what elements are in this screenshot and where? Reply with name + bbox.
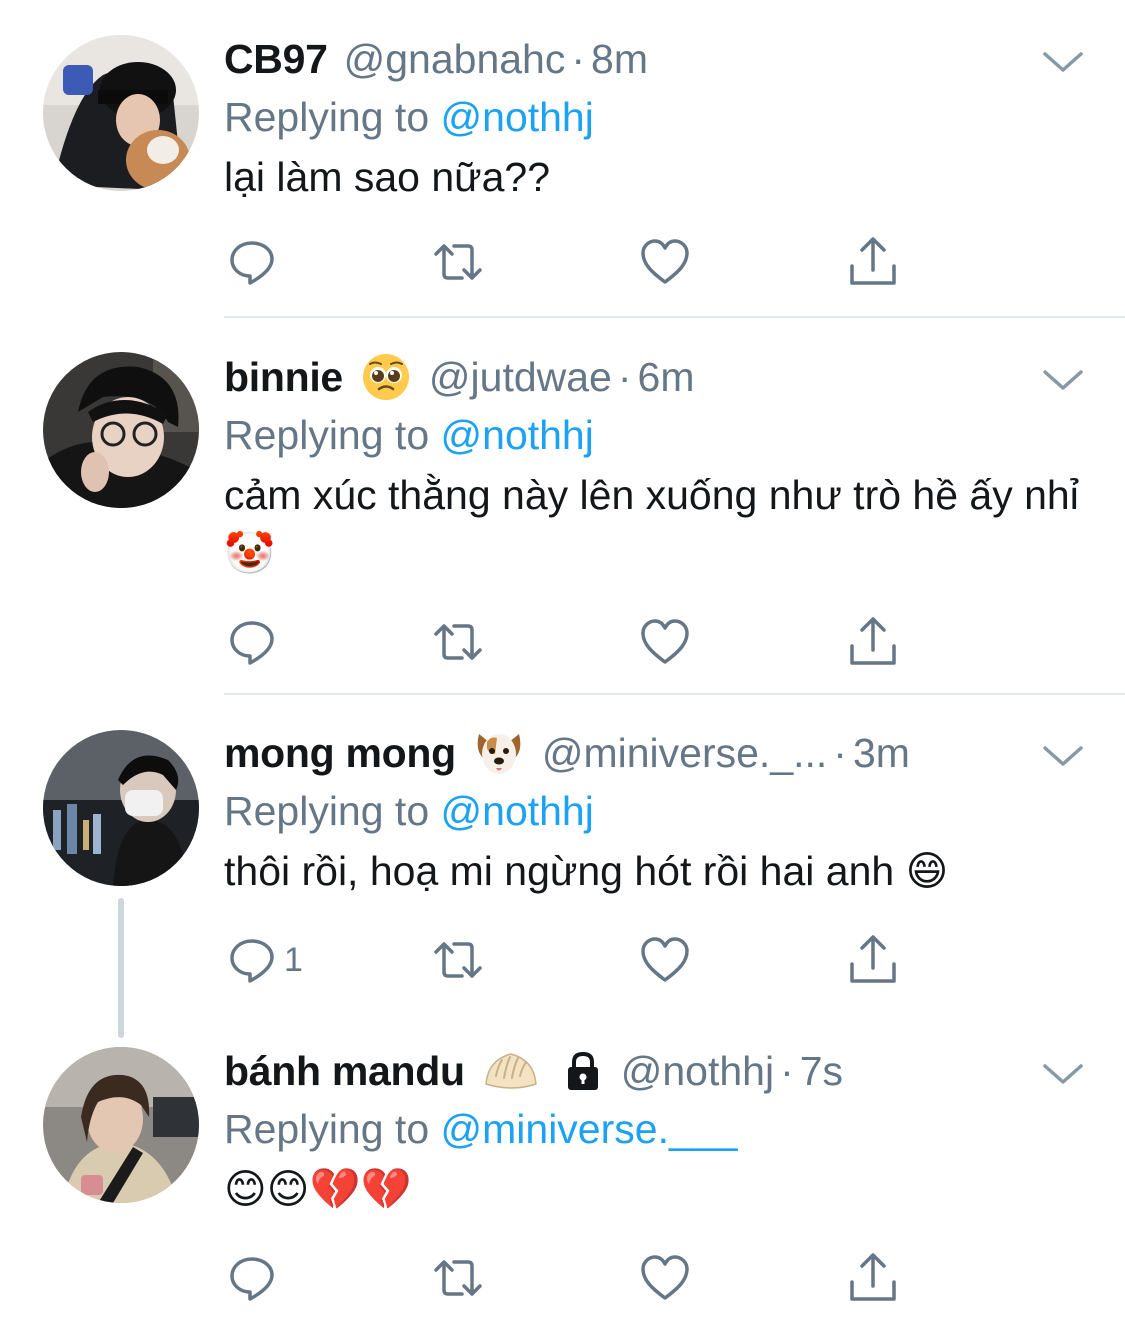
replying-to-link[interactable]: @nothhj [441,788,594,834]
divider [224,693,1125,695]
retweet-button[interactable] [430,930,486,990]
reply-button[interactable] [228,232,284,292]
reply-icon [230,621,274,665]
display-name[interactable]: mong mong [224,730,456,777]
timestamp[interactable]: 3m [853,730,910,777]
reply-icon [230,1257,274,1301]
user-handle[interactable]: @miniverse._... [542,730,827,777]
tweet-text: 😊😊💔💔 [224,1166,412,1212]
replying-to-link[interactable]: @miniverse.___ [441,1106,738,1152]
lock-icon [561,1044,605,1098]
replying-to-link[interactable]: @nothhj [441,412,594,458]
share-icon [850,935,896,983]
replying-to: Replying to @nothhj [224,88,1085,146]
timestamp[interactable]: 8m [591,36,648,83]
tweet-text: lại làm sao nữa?? [224,154,551,200]
replying-to-link[interactable]: @nothhj [441,94,594,140]
retweet-button[interactable] [430,1248,486,1308]
share-icon [850,617,896,665]
reply-button[interactable]: 1 [228,930,303,990]
reply-icon [230,241,274,285]
separator-dot: · [833,729,847,776]
chevron-down-icon[interactable] [1041,736,1085,776]
share-button[interactable] [848,1248,898,1308]
like-button[interactable] [640,930,690,990]
chevron-down-icon[interactable] [1041,1054,1085,1094]
retweet-icon [434,624,482,660]
like-button[interactable] [640,612,690,672]
divider [224,316,1125,318]
timestamp[interactable]: 7s [800,1048,843,1095]
retweet-button[interactable] [430,612,486,672]
replying-label: Replying to [224,94,441,140]
separator-dot: · [780,1047,794,1094]
tweet-1[interactable]: CB97 @gnabnahc · 8m Replying to @nothhj … [0,30,1125,320]
reply-button[interactable] [228,1248,284,1308]
timestamp[interactable]: 6m [638,354,695,401]
avatar[interactable] [43,35,199,191]
replying-label: Replying to [224,788,441,834]
like-icon [641,239,689,284]
replying-to: Replying to @nothhj [224,782,1085,840]
share-button[interactable] [848,930,898,990]
chevron-down-icon[interactable] [1041,42,1085,82]
like-button[interactable] [640,1248,690,1308]
avatar[interactable] [43,352,199,508]
display-name[interactable]: binnie [224,354,343,401]
chevron-down-icon[interactable] [1041,360,1085,400]
separator-dot: · [571,35,586,82]
share-button[interactable] [848,612,898,672]
tweet-text: cảm xúc thằng này lên xuống như trò hề ấ… [224,472,1079,576]
display-name[interactable]: bánh mandu [224,1048,465,1095]
reply-count: 1 [284,940,303,979]
tweet-2[interactable]: binnie @jutdwae · 6m Replying to @nothhj… [0,348,1125,693]
reply-icon [230,939,274,983]
dumpling-emoji [481,1044,541,1098]
retweet-icon [434,244,482,280]
replying-to: Replying to @nothhj [224,406,1085,464]
retweet-button[interactable] [430,232,486,292]
share-icon [850,1253,896,1301]
avatar[interactable] [43,730,199,886]
like-button[interactable] [640,232,690,292]
dog-face-emoji [472,726,526,780]
avatar[interactable] [43,1047,199,1203]
like-icon [641,619,689,664]
tweet-3[interactable]: mong mong @miniverse._... · 3m Replying … [0,724,1125,1014]
user-handle[interactable]: @jutdwae [429,354,612,401]
tweet-4[interactable]: bánh mandu @nothhj · 7s Replying to @min… [0,1042,1125,1332]
tweet-text: thôi rồi, hoạ mi ngừng hót rồi hai anh 😄 [224,848,949,894]
like-icon [641,1255,689,1300]
pleading-face-emoji [359,350,413,404]
retweet-icon [434,1260,482,1296]
user-handle[interactable]: @nothhj [621,1048,774,1095]
separator-dot: · [617,353,632,400]
like-icon [641,937,689,982]
retweet-icon [434,942,482,978]
reply-button[interactable] [228,612,284,672]
replying-label: Replying to [224,412,441,458]
share-button[interactable] [848,232,898,292]
replying-label: Replying to [224,1106,441,1152]
replying-to: Replying to @miniverse.___ [224,1100,1085,1158]
share-icon [850,237,896,285]
user-handle[interactable]: @gnabnahc [344,36,566,83]
display-name[interactable]: CB97 [224,36,328,83]
